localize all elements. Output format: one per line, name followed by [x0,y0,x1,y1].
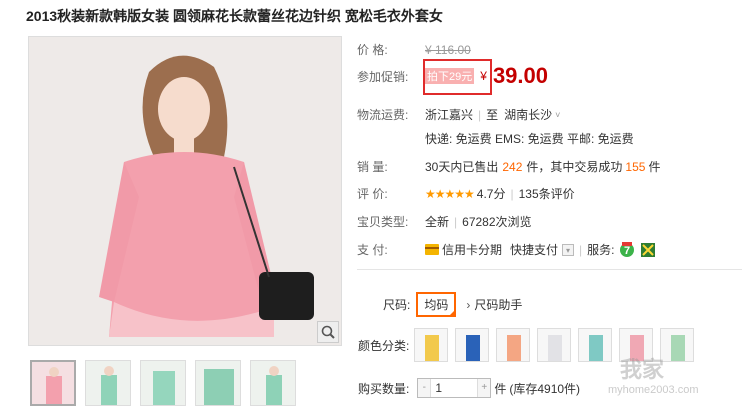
sales-pre: 30天内已售出 [425,160,499,174]
quantity-unit: 件 [494,381,507,396]
selected-check-icon [448,309,457,317]
shipping-to-prefix: 至 [486,108,499,122]
shipping-label: 物流运费: [357,108,409,122]
chevron-down-icon[interactable]: ˅ [555,110,560,120]
zoom-button[interactable] [317,321,339,343]
price-row: 价 格: ¥ 116.00 [357,41,471,58]
size-option-label: 均码 [424,298,449,312]
sales-label: 销 量: [357,160,388,174]
star-rating-icon: ★★★★★ [425,186,475,201]
thumbnail-4[interactable] [195,360,241,406]
quantity-row: 购买数量: - 1 + 件 (库存4910件) [358,378,580,398]
color-label: 颜色分类: [358,338,410,353]
size-row: 尺码: 均码 › 尺码助手 [383,292,522,317]
item-type-label: 宝贝类型: [357,215,409,229]
shipping-row: 物流运费: 浙江嘉兴 | 至 湖南长沙 ˅ [357,106,560,123]
promo-label: 参加促销: [357,69,409,84]
color-swatch-mint[interactable] [660,328,695,362]
shipping-methods: 快递: 免运费 EMS: 免运费 平邮: 免运费 [425,132,634,146]
thumbnail-3[interactable] [140,360,186,406]
promo-price: 39.00 [492,63,548,88]
color-swatch-yellow[interactable] [414,328,449,362]
quantity-label: 购买数量: [358,381,410,396]
shipping-from: 浙江嘉兴 [425,108,474,122]
svg-text:▾: ▾ [566,246,570,255]
payment-label: 支 付: [357,243,388,257]
model-photo [29,37,341,345]
express-pay-link[interactable]: 快捷支付 [510,241,558,258]
thumbnail-1[interactable] [30,360,76,406]
success-count: 155 [625,159,646,174]
separator: | [510,186,514,201]
svg-text:7: 7 [623,245,629,257]
size-helper-link[interactable]: 尺码助手 [474,296,522,313]
color-swatch-white[interactable] [537,328,572,362]
review-count-link[interactable]: 135条评价 [519,185,575,202]
thumbnail-5[interactable] [250,360,296,406]
original-price: ¥ 116.00 [425,42,471,57]
item-condition: 全新 [425,215,450,229]
rating-row: 评 价: ★★★★★ 4.7分 | 135条评价 [357,185,575,202]
credit-installment-link[interactable]: 信用卡分期 [442,241,502,258]
stock-count: (库存4910件) [509,381,581,396]
size-label: 尺码: [383,298,411,312]
quantity-input[interactable]: 1 [430,379,479,397]
payment-row: 支 付: 信用卡分期 快捷支付 ▾ | 服务: 7 [357,241,655,258]
rating-label: 评 价: [357,187,388,201]
color-swatch-orange[interactable] [496,328,531,362]
sales-count: 242 [502,159,523,174]
guarantee-icon[interactable] [640,242,655,257]
watermark-logo: 我家 [620,357,665,382]
info-icon[interactable]: ▾ [562,243,575,256]
increment-button[interactable]: + [478,379,491,397]
product-title: 2013秋装新款韩版女装 圆领麻花长款蕾丝花边针织 宽松毛衣外套女 [26,8,443,24]
quantity-stepper: - 1 + [417,378,492,398]
sales-mid: 件，其中交易成功 [526,160,623,174]
price-label: 价 格: [357,43,388,57]
separator: | [579,242,583,257]
magnifier-icon [321,325,335,339]
chevron-right-icon: › [466,297,471,312]
decrement-button[interactable]: - [418,379,431,397]
color-swatch-green[interactable] [578,328,613,362]
service-label: 服务: [587,243,615,257]
thumbnail-strip [30,360,296,406]
color-swatch-blue[interactable] [455,328,490,362]
view-count: 67282次浏览 [462,215,532,229]
size-option-selected[interactable]: 均码 [416,292,457,317]
watermark-url: myhome2003.com [608,384,699,396]
main-product-image[interactable] [28,36,342,346]
separator: | [454,214,458,229]
section-divider [357,269,742,270]
rating-score: 4.7分 [476,187,506,201]
item-type-row: 宝贝类型: 全新 | 67282次浏览 [357,213,532,230]
sales-row: 销 量: 30天内已售出 242 件，其中交易成功 155 件 [357,158,660,175]
thumbnail-2[interactable] [85,360,131,406]
promo-highlight-box [423,59,492,95]
credit-card-icon [425,244,439,255]
shipping-destination[interactable]: 湖南长沙 [504,106,552,123]
sales-post: 件 [648,160,661,174]
separator: | [478,107,482,122]
seven-day-return-icon[interactable]: 7 [619,241,635,258]
